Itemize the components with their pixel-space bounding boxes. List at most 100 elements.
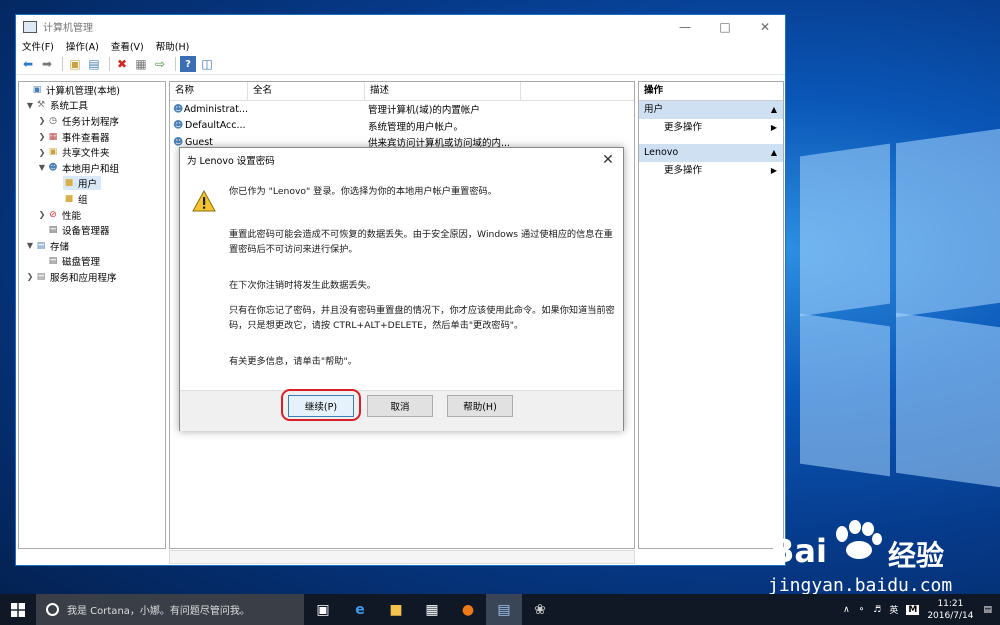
actions-section-users[interactable]: 用户 ▲ — [639, 101, 783, 119]
menu-action[interactable]: 操作(A) — [66, 39, 99, 53]
services-apps-icon: ▤ — [36, 271, 46, 282]
horizontal-scrollbar[interactable] — [169, 550, 635, 564]
dialog-button-bar: 继续(P) 取消 帮助(H) — [180, 389, 623, 431]
window-title: 计算机管理 — [43, 23, 93, 34]
dialog-text-when: 在下次你注销时将发生此数据丢失。 — [229, 280, 376, 291]
chevron-down-icon[interactable]: ▼ — [25, 241, 35, 250]
app-taskbar-icon[interactable]: ❀ — [522, 594, 558, 625]
baidu-watermark: Bai 经验 jingyan.baidu.com — [760, 520, 995, 600]
menu-view[interactable]: 查看(V) — [111, 39, 144, 53]
store-icon[interactable]: ▦ — [414, 594, 450, 625]
windows-start-icon — [11, 602, 25, 617]
tree-item-computer-management[interactable]: ▣ 计算机管理(本地) — [19, 82, 165, 98]
chevron-right-icon[interactable]: ❯ — [25, 272, 35, 281]
properties-icon[interactable]: ▦ — [133, 56, 149, 72]
tree-item-services-apps[interactable]: ❯ ▤ 服务和应用程序 — [19, 269, 165, 285]
user-icon: ☻ — [173, 103, 184, 115]
tree-item-users[interactable]: ■ 用户 — [19, 176, 165, 192]
chevron-right-icon[interactable]: ❯ — [37, 132, 47, 141]
chevron-down-icon[interactable]: ▼ — [25, 101, 35, 110]
tree-item-shared-folders[interactable]: ❯ ▣ 共享文件夹 — [19, 144, 165, 160]
table-row[interactable]: ☻ DefaultAcc... 系统管理的用户帐户。 — [170, 118, 634, 135]
folder-icon: ■ — [64, 193, 74, 204]
notifications-icon[interactable]: ▤ — [983, 605, 992, 615]
help-icon[interactable]: ? — [180, 56, 196, 72]
show-action-pane-icon[interactable]: ◫ — [199, 56, 215, 72]
dialog-text-usage: 只有在你忘记了密码，并且没有密码重置盘的情况下，你才应该使用此命令。如果你知道当… — [229, 305, 615, 331]
watermark-url: jingyan.baidu.com — [768, 575, 953, 596]
file-explorer-icon[interactable]: ■ — [378, 594, 414, 625]
tree-item-local-users-groups[interactable]: ▼ ☻ 本地用户和组 — [19, 160, 165, 176]
tree-item-task-scheduler[interactable]: ❯ ◷ 任务计划程序 — [19, 113, 165, 129]
chevron-right-icon[interactable]: ❯ — [37, 210, 47, 219]
up-folder-icon[interactable]: ▣ — [67, 56, 83, 72]
chevron-down-icon[interactable]: ▼ — [37, 163, 47, 172]
volume-icon[interactable]: ♬ — [873, 605, 881, 615]
tree-item-event-viewer[interactable]: ❯ ▦ 事件查看器 — [19, 129, 165, 145]
chevron-right-icon: ▶ — [770, 166, 777, 175]
edge-icon[interactable]: e — [342, 594, 378, 625]
show-hidden-icons[interactable]: ∧ — [843, 605, 850, 615]
task-view-icon[interactable]: ▣ — [304, 594, 342, 625]
column-name[interactable]: 名称 — [170, 82, 248, 100]
disk-management-icon: ▤ — [48, 256, 58, 267]
taskbar-clock[interactable]: 11:21 2016/7/14 — [927, 598, 973, 622]
search-placeholder: 我是 Cortana，小娜。有问题尽管问我。 — [67, 606, 250, 617]
collapse-icon[interactable]: ▲ — [771, 101, 777, 119]
brand-text: Bai — [770, 532, 827, 570]
table-row[interactable]: ☻ Administrat... 管理计算机(域)的内置帐户 — [170, 101, 634, 118]
minimize-button[interactable]: — — [665, 15, 705, 38]
delete-icon[interactable]: ✖ — [114, 56, 130, 72]
folder-icon: ■ — [64, 178, 74, 189]
paw-icon — [836, 520, 882, 559]
tree-item-disk-management[interactable]: ▤ 磁盘管理 — [19, 254, 165, 270]
help-button[interactable]: 帮助(H) — [447, 395, 513, 417]
navigation-tree: ▣ 计算机管理(本地) ▼ ⚒ 系统工具 ❯ ◷ 任务计划程序 ❯ ▦ 事件查看器 ❯… — [18, 81, 166, 549]
actions-header: 操作 — [639, 82, 783, 101]
maximize-button[interactable]: □ — [705, 15, 745, 38]
forward-arrow-icon[interactable]: ➡ — [39, 56, 55, 72]
event-viewer-icon: ▦ — [48, 131, 58, 142]
more-actions-users[interactable]: 更多操作 ▶ — [639, 119, 783, 137]
continue-button[interactable]: 继续(P) — [288, 395, 354, 417]
firefox-icon[interactable]: ● — [450, 594, 486, 625]
task-scheduler-icon: ◷ — [49, 115, 57, 126]
chevron-right-icon[interactable]: ❯ — [37, 116, 47, 125]
tree-item-groups[interactable]: ■ 组 — [19, 191, 165, 207]
export-list-icon[interactable]: ⇨ — [152, 56, 168, 72]
tree-item-system-tools[interactable]: ▼ ⚒ 系统工具 — [19, 98, 165, 114]
network-icon[interactable]: ⚬ — [858, 605, 866, 615]
actions-pane: 操作 用户 ▲ 更多操作 ▶ Lenovo ▲ 更多操作 ▶ — [638, 81, 784, 549]
app-icon — [23, 20, 37, 33]
column-fullname[interactable]: 全名 — [248, 82, 365, 100]
more-actions-lenovo[interactable]: 更多操作 ▶ — [639, 162, 783, 180]
collapse-icon[interactable]: ▲ — [771, 144, 777, 162]
cancel-button[interactable]: 取消 — [367, 395, 433, 417]
tree-item-performance[interactable]: ❯ ⊘ 性能 — [19, 207, 165, 223]
close-window-button[interactable]: ✕ — [745, 15, 785, 38]
menu-file[interactable]: 文件(F) — [22, 39, 54, 53]
chevron-right-icon[interactable]: ❯ — [37, 148, 47, 157]
ime-mode-icon[interactable]: M — [906, 604, 920, 615]
tree-item-storage[interactable]: ▼ ▤ 存储 — [19, 238, 165, 254]
performance-icon: ⊘ — [49, 209, 57, 220]
back-arrow-icon[interactable]: ⬅ — [20, 56, 36, 72]
menu-help[interactable]: 帮助(H) — [156, 39, 190, 53]
cortana-search-box[interactable]: 我是 Cortana，小娜。有问题尽管问我。 — [36, 594, 304, 625]
dialog-text-help: 有关更多信息，请单击"帮助"。 — [229, 356, 357, 367]
user-icon: ☻ — [173, 120, 184, 132]
toolbar: ⬅ ➡ ▣ ▤ ✖ ▦ ⇨ ? ◫ — [16, 54, 785, 75]
system-tray: ∧ ⚬ ♬ 英 M 11:21 2016/7/14 ▤ — [843, 594, 1000, 625]
dialog-close-button[interactable]: ✕ — [593, 152, 623, 168]
actions-section-lenovo[interactable]: Lenovo ▲ — [639, 144, 783, 162]
start-button[interactable] — [0, 594, 36, 625]
computer-management-taskbar-icon[interactable]: ▤ — [486, 594, 522, 625]
device-manager-icon: ▤ — [48, 225, 58, 236]
windows-wallpaper-logo — [800, 128, 1000, 488]
dialog-title-bar: 为 Lenovo 设置密码 ✕ — [180, 148, 623, 172]
column-description[interactable]: 描述 — [365, 82, 521, 100]
ime-language[interactable]: 英 — [889, 603, 898, 616]
dialog-body: 你已作为 "Lenovo" 登录。你选择为你的本地用户帐户重置密码。 重置此密码… — [180, 172, 623, 390]
show-hide-tree-icon[interactable]: ▤ — [86, 56, 102, 72]
tree-item-device-manager[interactable]: ▤ 设备管理器 — [19, 222, 165, 238]
